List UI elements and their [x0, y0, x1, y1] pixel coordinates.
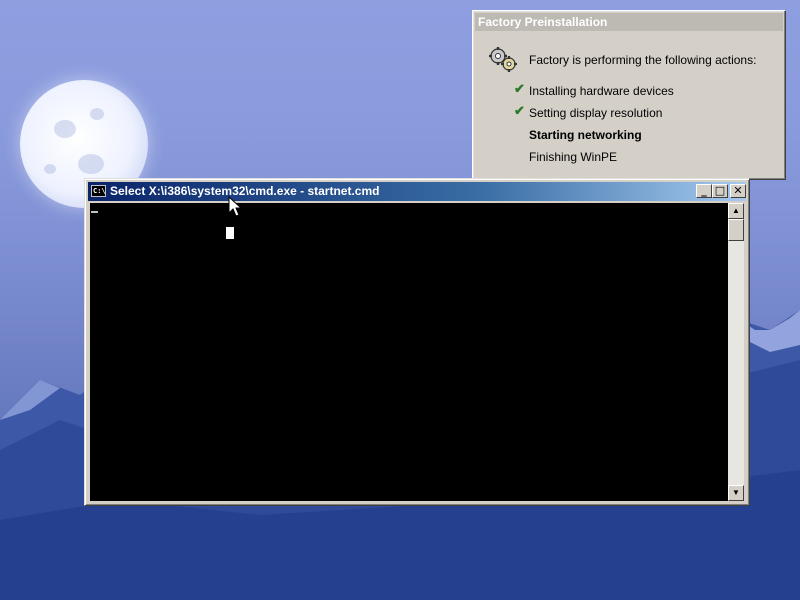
factory-heading: Factory is performing the following acti… — [529, 53, 757, 67]
text-cursor-block — [226, 227, 234, 239]
maximize-button[interactable]: □ — [712, 184, 728, 198]
action-finishing-winpe: Finishing WinPE — [529, 150, 618, 164]
mouse-pointer-icon — [228, 196, 242, 217]
check-icon: ✔ — [514, 81, 525, 96]
cmd-icon[interactable]: C:\ — [91, 185, 106, 197]
action-setting-display: Setting display resolution — [529, 106, 663, 120]
cmd-window[interactable]: C:\ Select X:\i386\system32\cmd.exe - st… — [84, 178, 750, 506]
factory-preinstallation-window: Factory Preinstallation Factory is perfo… — [472, 10, 786, 180]
factory-window-title: Factory Preinstallation — [475, 13, 783, 31]
close-button[interactable]: ✕ — [730, 184, 746, 198]
cmd-title-bar[interactable]: C:\ Select X:\i386\system32\cmd.exe - st… — [88, 182, 746, 201]
cmd-window-title: Select X:\i386\system32\cmd.exe - startn… — [110, 184, 380, 198]
action-installing-hardware: Installing hardware devices — [529, 84, 674, 98]
scroll-up-button[interactable]: ▲ — [728, 203, 744, 219]
check-icon: ✔ — [514, 103, 525, 118]
console-area[interactable] — [90, 203, 728, 501]
vertical-scrollbar[interactable]: ▲ ▼ — [728, 203, 744, 501]
scroll-thumb[interactable] — [728, 219, 744, 241]
action-starting-networking: Starting networking — [529, 128, 642, 142]
scroll-down-button[interactable]: ▼ — [728, 485, 744, 501]
minimize-button[interactable]: _ — [696, 184, 712, 198]
console-cursor — [91, 211, 98, 213]
gears-icon — [489, 47, 517, 72]
